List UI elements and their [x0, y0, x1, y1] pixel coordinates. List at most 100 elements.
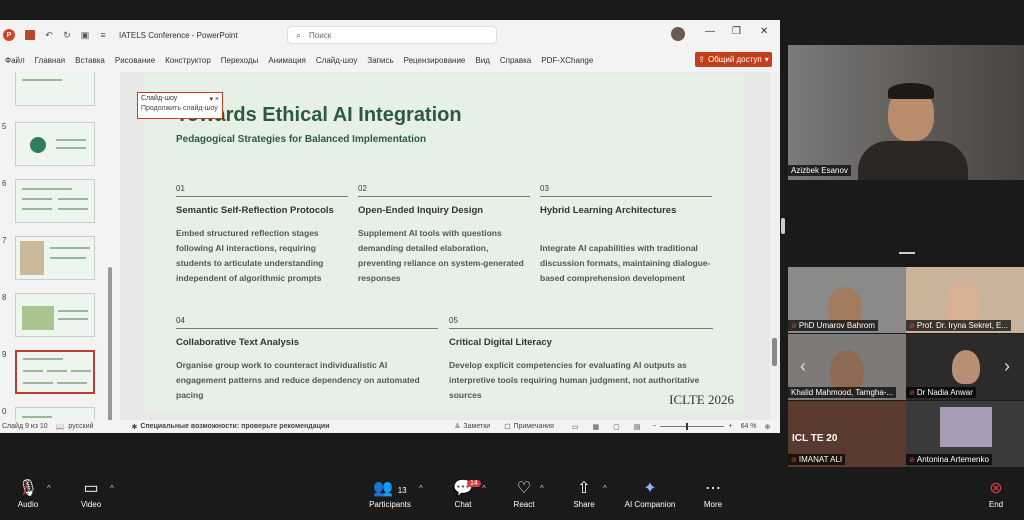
tab-record[interactable]: Запись	[362, 56, 398, 65]
zoom-out-icon[interactable]: −	[652, 423, 656, 430]
zoom-slider[interactable]	[660, 423, 725, 430]
meeting-toolbar: 🎙 / Audio ^ ▭ Video ^ 👥 13 Participants ^…	[0, 470, 1024, 520]
slide-thumbnail-selected[interactable]	[15, 350, 95, 394]
chat-button[interactable]: 💬 Chat	[428, 478, 498, 509]
more-button[interactable]: ⋯ More	[678, 478, 748, 509]
participant-tile[interactable]: ⊘ PhD Umarov Bahrom	[788, 267, 906, 333]
tab-slideshow[interactable]: Слайд-шоу	[311, 56, 362, 65]
participant-avatar-image	[940, 407, 992, 447]
zoom-slider-thumb[interactable]	[686, 423, 689, 430]
speaker-hair	[888, 83, 934, 99]
participant-name: ⊘ PhD Umarov Bahrom	[788, 320, 878, 331]
thumb-line	[22, 208, 52, 210]
ai-companion-label: AI Companion	[624, 500, 676, 509]
present-icon[interactable]: ▣	[79, 29, 91, 41]
chevron-down-icon: ▾	[764, 55, 769, 64]
thumb-line	[50, 247, 90, 249]
participants-button[interactable]: 👥 13 Participants	[355, 478, 425, 509]
save-icon[interactable]	[25, 30, 35, 40]
slide-canvas[interactable]: Towards Ethical AI Integration Pedagogic…	[144, 74, 744, 412]
active-speaker-video[interactable]: Azizbek Esanov	[788, 45, 1024, 180]
audio-label: Audio	[17, 500, 39, 509]
tab-help[interactable]: Справка	[495, 56, 536, 65]
undo-icon[interactable]: ↶	[43, 29, 55, 41]
zoom-level[interactable]: 64 %	[741, 423, 757, 430]
slide-thumbnail[interactable]	[15, 236, 95, 280]
participant-tile[interactable]: ⊘ Antonina Artemenko	[906, 401, 1024, 467]
participant-face	[830, 350, 864, 392]
notes-icon: ≜	[454, 423, 461, 431]
tab-view[interactable]: Вид	[470, 56, 494, 65]
participant-tile[interactable]: ⊘ Prof. Dr. Iryna Sekret, E...	[906, 267, 1024, 333]
slide-thumbnail[interactable]	[15, 72, 95, 106]
conference-footer: ICLTE 2026	[669, 392, 734, 407]
thumbnails-scrollbar[interactable]	[108, 267, 112, 420]
participant-tile[interactable]: ICL TE 20 ⊘ IMANAT ALI	[788, 401, 906, 467]
thumb-line	[50, 257, 86, 259]
account-avatar[interactable]	[671, 27, 685, 41]
gallery-prev-icon[interactable]: ‹	[800, 356, 806, 377]
end-button[interactable]: ⊗ End	[961, 478, 1024, 509]
share-label: Share	[573, 500, 595, 509]
strategy-item: 02 Open-Ended Inquiry Design Supplement …	[358, 184, 530, 286]
restore-icon[interactable]: ❐	[732, 26, 741, 37]
tab-transitions[interactable]: Переходы	[216, 56, 264, 65]
audio-button[interactable]: 🎙 / Audio	[0, 478, 63, 509]
thumb-line	[47, 370, 67, 372]
comments-button[interactable]: Примечания	[513, 423, 553, 430]
participant-name: ⊘ Prof. Dr. Iryna Sekret, E...	[906, 320, 1012, 331]
strategy-description: Organise group work to counteract indivi…	[176, 360, 420, 400]
gallery-next-icon[interactable]: ›	[1004, 356, 1010, 377]
slideshow-view-icon[interactable]: ▤	[634, 423, 641, 431]
thumb-line	[58, 198, 88, 200]
slide-number: 6	[2, 179, 7, 188]
reading-view-icon[interactable]: ▢	[613, 423, 620, 431]
tab-insert[interactable]: Вставка	[70, 56, 110, 65]
fit-to-window-icon[interactable]: ⊕	[765, 423, 771, 431]
normal-view-icon[interactable]: ▭	[572, 423, 579, 431]
scrollbar-thumb[interactable]	[772, 338, 777, 366]
tab-animations[interactable]: Анимация	[263, 56, 311, 65]
tab-design[interactable]: Конструктор	[160, 56, 216, 65]
share-screen-button[interactable]: ⇧ Share	[549, 478, 619, 509]
customize-qat-icon[interactable]: ≡	[97, 29, 109, 41]
tab-review[interactable]: Рецензирование	[399, 56, 471, 65]
thumb-line	[57, 382, 87, 384]
slide-thumbnail[interactable]	[15, 179, 95, 223]
slide-thumbnail[interactable]	[15, 407, 95, 420]
slide-thumbnail[interactable]	[15, 293, 95, 337]
slide-scrollbar[interactable]	[770, 72, 780, 420]
thumb-line	[58, 318, 88, 320]
participant-name: Khalid Mahmood, Tamgha-...	[788, 387, 897, 398]
speaker-body	[858, 141, 968, 180]
gallery-drag-handle[interactable]	[899, 252, 915, 254]
panel-resize-handle[interactable]	[781, 218, 785, 234]
chevron-down-icon[interactable]: ▾	[209, 96, 213, 103]
share-button[interactable]: ⇪ Общий доступ ▾	[695, 52, 772, 67]
slide-thumbnail[interactable]	[15, 122, 95, 166]
close-icon[interactable]: ✕	[760, 26, 768, 37]
minimize-icon[interactable]: —	[705, 26, 715, 37]
resume-slideshow-link[interactable]: Продолжить слайд-шоу	[138, 105, 222, 112]
tab-file[interactable]: Файл	[0, 56, 30, 65]
redo-icon[interactable]: ↻	[61, 29, 73, 41]
tab-draw[interactable]: Рисование	[110, 56, 160, 65]
accessibility-status[interactable]: Специальные возможности: проверьте реком…	[140, 423, 329, 430]
tab-home[interactable]: Главная	[30, 56, 70, 65]
mic-off-icon: ⊘	[791, 323, 797, 330]
chevron-up-icon: ^	[540, 484, 544, 493]
notes-button[interactable]: Заметки	[463, 423, 490, 430]
slide-sorter-icon[interactable]: ▦	[593, 423, 600, 431]
search-input[interactable]: ⌕ Поиск	[287, 26, 497, 44]
spellcheck-icon[interactable]: 📖	[56, 423, 65, 431]
ai-companion-button[interactable]: ✦ AI Companion	[615, 478, 685, 509]
language-indicator[interactable]: русский	[68, 423, 93, 430]
tab-pdf-xchange[interactable]: PDF-XChange	[536, 56, 598, 65]
close-icon[interactable]: ×	[215, 96, 219, 103]
zoom-in-icon[interactable]: +	[728, 423, 732, 430]
video-button[interactable]: ▭ Video	[56, 478, 126, 509]
strategy-description: Integrate AI capabilities with tradition…	[540, 243, 711, 283]
strategy-description: Embed structured reflection stages follo…	[176, 228, 324, 283]
document-title: IATELS Conference - PowerPoint	[119, 30, 238, 40]
mic-off-icon: ⊘	[909, 390, 915, 397]
